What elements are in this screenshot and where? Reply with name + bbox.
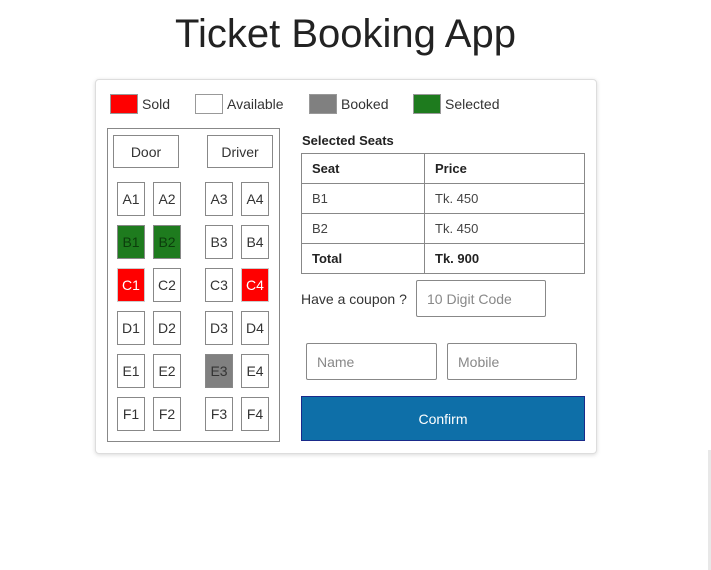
seat-b2[interactable]: B2: [153, 225, 181, 259]
seat-c3[interactable]: C3: [205, 268, 233, 302]
seat-a1[interactable]: A1: [117, 182, 145, 216]
legend-swatch-booked: [309, 94, 337, 114]
table-row: B1 Tk. 450: [301, 183, 585, 214]
coupon-label: Have a coupon ?: [301, 291, 407, 307]
selected-seats-table: Seat Price B1 Tk. 450 B2 Tk. 450 Total T…: [301, 153, 585, 274]
seat-b3[interactable]: B3: [205, 225, 233, 259]
door-button[interactable]: Door: [113, 135, 179, 168]
legend-item-booked: Booked: [309, 93, 388, 115]
seat-e3[interactable]: E3: [205, 354, 233, 388]
legend-swatch-sold: [110, 94, 138, 114]
seat-a2[interactable]: A2: [153, 182, 181, 216]
price-cell: Tk. 450: [424, 213, 585, 244]
table-header-row: Seat Price: [301, 153, 585, 184]
legend-label-available: Available: [227, 96, 284, 112]
legend-swatch-available: [195, 94, 223, 114]
mobile-input[interactable]: [447, 343, 577, 380]
total-row: Total Tk. 900: [301, 243, 585, 274]
seat-a4[interactable]: A4: [241, 182, 269, 216]
legend-item-available: Available: [195, 93, 284, 115]
legend-label-booked: Booked: [341, 96, 389, 112]
name-input[interactable]: [306, 343, 437, 380]
seat-d3[interactable]: D3: [205, 311, 233, 345]
seat-f2[interactable]: F2: [153, 397, 181, 431]
seat-map: Door Driver A1 A2 A3 A4 B1 B2 B3 B4 C1 C2 C3 C4 D1 D2…: [107, 128, 280, 442]
seat-c1[interactable]: C1: [117, 268, 145, 302]
seat-f1[interactable]: F1: [117, 397, 145, 431]
seat-cell: B1: [301, 183, 425, 214]
seat-a3[interactable]: A3: [205, 182, 233, 216]
total-value: Tk. 900: [424, 243, 585, 274]
page-title: Ticket Booking App: [175, 12, 516, 56]
seat-f4[interactable]: F4: [241, 397, 269, 431]
seat-e1[interactable]: E1: [117, 354, 145, 388]
selected-seats-title: Selected Seats: [302, 133, 394, 148]
seat-d2[interactable]: D2: [153, 311, 181, 345]
price-cell: Tk. 450: [424, 183, 585, 214]
total-label: Total: [301, 243, 425, 274]
seat-e2[interactable]: E2: [153, 354, 181, 388]
seat-b4[interactable]: B4: [241, 225, 269, 259]
seat-c2[interactable]: C2: [153, 268, 181, 302]
seat-cell: B2: [301, 213, 425, 244]
seat-b1[interactable]: B1: [117, 225, 145, 259]
legend-item-selected: Selected: [413, 93, 499, 115]
driver-button[interactable]: Driver: [207, 135, 273, 168]
legend-label-sold: Sold: [142, 96, 171, 112]
seat-d4[interactable]: D4: [241, 311, 269, 345]
legend-label-selected: Selected: [445, 96, 500, 112]
seat-e4[interactable]: E4: [241, 354, 269, 388]
seat-c4[interactable]: C4: [241, 268, 269, 302]
coupon-input[interactable]: [416, 280, 546, 317]
legend-swatch-selected: [413, 94, 441, 114]
seat-d1[interactable]: D1: [117, 311, 145, 345]
seat-f3[interactable]: F3: [205, 397, 233, 431]
table-row: B2 Tk. 450: [301, 213, 585, 244]
price-column-header: Price: [424, 153, 585, 184]
seat-column-header: Seat: [301, 153, 425, 184]
legend-item-sold: Sold: [110, 93, 170, 115]
booking-card: Sold Available Booked Selected Door Driv…: [95, 79, 597, 454]
confirm-button[interactable]: Confirm: [301, 396, 585, 441]
